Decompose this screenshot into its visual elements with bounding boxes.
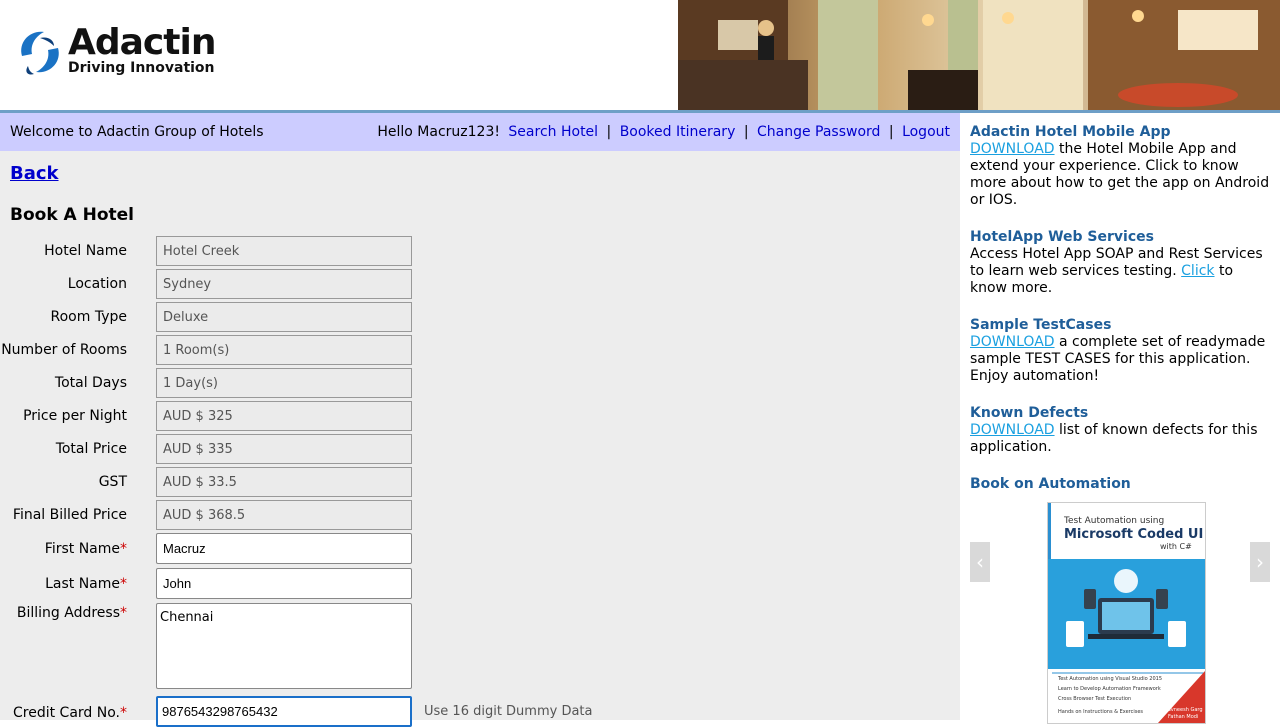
cover-author-2: Fathan Modi <box>1168 714 1198 720</box>
last-name-input[interactable] <box>156 568 412 599</box>
final-billed-price-field: AUD $ 368.5 <box>156 500 412 530</box>
book-section: Book on Automation <box>970 476 1270 493</box>
hotel-name-field: Hotel Creek <box>156 236 412 266</box>
price-per-night-label: Price per Night <box>23 408 127 424</box>
total-days-row: Total Days 1 Day(s) <box>0 368 940 398</box>
known-defects-section: Known Defects DOWNLOAD list of known def… <box>970 405 1270 456</box>
billing-address-textarea[interactable]: Chennai <box>156 603 412 689</box>
hotel-name-row: Hotel Name Hotel Creek <box>0 236 940 266</box>
book-cover-art: Test Automation using Microsoft Coded UI… <box>1048 503 1205 723</box>
cover-bullet-3: Cross Browser Test Execution <box>1058 696 1131 702</box>
page-title: Book A Hotel <box>10 205 135 225</box>
gst-field: AUD $ 33.5 <box>156 467 412 497</box>
cover-line-2: Microsoft Coded UI <box>1064 527 1203 542</box>
final-billed-price-row: Final Billed Price AUD $ 368.5 <box>0 500 940 530</box>
book-cover-image[interactable]: Test Automation using Microsoft Coded UI… <box>1047 502 1206 724</box>
price-per-night-row: Price per Night AUD $ 325 <box>0 401 940 431</box>
header: Adactin Driving Innovation <box>0 0 1280 113</box>
known-defects-title: Known Defects <box>970 405 1089 421</box>
gst-row: GST AUD $ 33.5 <box>0 467 940 497</box>
carousel-prev-button[interactable]: ‹ <box>970 542 990 582</box>
mobile-app-title: Adactin Hotel Mobile App <box>970 124 1171 140</box>
first-name-row: First Name* <box>0 533 940 565</box>
cover-line-1: Test Automation using <box>1063 516 1164 526</box>
total-days-label: Total Days <box>54 375 127 391</box>
credit-card-label: Credit Card No.* <box>13 705 127 721</box>
last-name-label: Last Name* <box>45 576 127 592</box>
defects-download-link[interactable]: DOWNLOAD <box>970 422 1055 438</box>
room-type-field: Deluxe <box>156 302 412 332</box>
cover-bullet-1: Test Automation using Visual Studio 2015 <box>1057 676 1162 682</box>
number-of-rooms-row: Number of Rooms 1 Room(s) <box>0 335 940 365</box>
nav-separator: | <box>606 124 612 140</box>
carousel-next-button[interactable]: › <box>1250 542 1270 582</box>
location-row: Location Sydney <box>0 269 940 299</box>
location-field: Sydney <box>156 269 412 299</box>
billing-address-label: Billing Address* <box>16 605 127 621</box>
testcases-download-link[interactable]: DOWNLOAD <box>970 334 1055 350</box>
search-hotel-link[interactable]: Search Hotel <box>508 124 598 140</box>
booking-form-panel: Back Book A Hotel Hotel Name Hotel Creek… <box>0 151 960 727</box>
hotel-name-label: Hotel Name <box>44 243 127 259</box>
total-price-field: AUD $ 335 <box>156 434 412 464</box>
web-services-section: HotelApp Web Services Access Hotel App S… <box>970 229 1270 297</box>
logo: Adactin Driving Innovation <box>14 22 254 82</box>
final-billed-price-label: Final Billed Price <box>12 507 127 523</box>
nav-separator: | <box>888 124 894 140</box>
cover-author-1: Navneesh Garg <box>1164 707 1203 713</box>
room-type-label: Room Type <box>50 309 127 325</box>
sample-testcases-section: Sample TestCases DOWNLOAD a complete set… <box>970 317 1270 385</box>
welcome-text: Welcome to Adactin Group of Hotels <box>10 124 264 140</box>
total-price-label: Total Price <box>55 441 127 457</box>
first-name-input[interactable] <box>156 533 412 564</box>
credit-card-row: Credit Card No.* Use 16 digit Dummy Data <box>0 696 940 727</box>
total-price-row: Total Price AUD $ 335 <box>0 434 940 464</box>
last-name-row: Last Name* <box>0 568 940 600</box>
web-services-title: HotelApp Web Services <box>970 229 1154 245</box>
required-marker: * <box>120 576 127 592</box>
required-marker: * <box>120 605 127 621</box>
credit-card-input[interactable] <box>156 696 412 727</box>
required-marker: * <box>120 705 127 721</box>
booked-itinerary-link[interactable]: Booked Itinerary <box>620 124 736 140</box>
price-per-night-field: AUD $ 325 <box>156 401 412 431</box>
book-section-title: Book on Automation <box>970 476 1131 492</box>
gst-label: GST <box>98 474 127 490</box>
top-nav-bar: Welcome to Adactin Group of Hotels Hello… <box>0 113 960 151</box>
mobile-app-section: Adactin Hotel Mobile App DOWNLOAD the Ho… <box>970 124 1270 209</box>
number-of-rooms-label: Number of Rooms <box>1 342 127 358</box>
location-label: Location <box>67 276 127 292</box>
required-marker: * <box>120 541 127 557</box>
cover-bullet-4: Hands on Instructions & Exercises <box>1058 709 1143 715</box>
right-sidebar: Adactin Hotel Mobile App DOWNLOAD the Ho… <box>960 113 1280 724</box>
hotel-lobby-banner <box>678 0 1280 110</box>
total-days-field: 1 Day(s) <box>156 368 412 398</box>
adactin-logo-icon <box>21 31 59 75</box>
first-name-label: First Name* <box>44 541 127 557</box>
number-of-rooms-field: 1 Room(s) <box>156 335 412 365</box>
brand-title: Adactin <box>68 22 216 63</box>
cover-bullet-2: Learn to Develop Automation Framework <box>1058 686 1161 692</box>
back-link[interactable]: Back <box>10 163 59 184</box>
nav-separator: | <box>743 124 749 140</box>
credit-card-hint: Use 16 digit Dummy Data <box>424 704 593 719</box>
brand-tagline: Driving Innovation <box>68 60 215 76</box>
nav-links: Hello Macruz123! Search Hotel | Booked I… <box>377 124 950 140</box>
greeting-text: Hello Macruz123! <box>377 124 500 140</box>
cover-line-3: with C# <box>1160 542 1192 551</box>
room-type-row: Room Type Deluxe <box>0 302 940 332</box>
logout-link[interactable]: Logout <box>902 124 950 140</box>
change-password-link[interactable]: Change Password <box>757 124 880 140</box>
billing-address-row: Billing Address* Chennai <box>0 603 940 691</box>
web-services-click-link[interactable]: Click <box>1181 263 1214 279</box>
sample-testcases-title: Sample TestCases <box>970 317 1112 333</box>
mobile-app-download-link[interactable]: DOWNLOAD <box>970 141 1055 157</box>
